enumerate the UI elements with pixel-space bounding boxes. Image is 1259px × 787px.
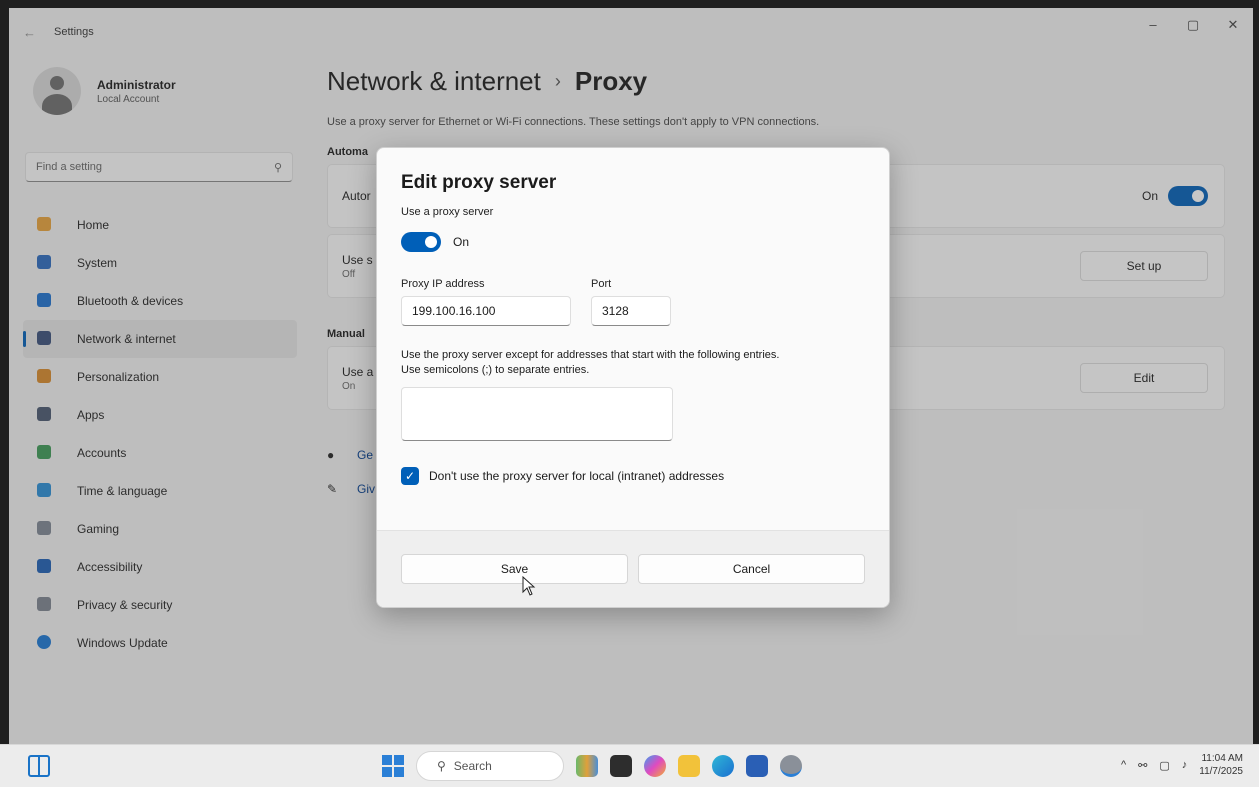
edge-icon[interactable] bbox=[712, 755, 734, 777]
clock-date: 11/7/2025 bbox=[1199, 766, 1243, 777]
checkmark-icon: ✓ bbox=[404, 469, 416, 483]
taskbar-apps: ⚲ Search bbox=[382, 751, 802, 781]
use-proxy-state: On bbox=[453, 235, 470, 249]
proxy-ip-input[interactable]: 199.100.16.100 bbox=[401, 296, 571, 326]
task-view-icon[interactable] bbox=[576, 755, 598, 777]
store-icon[interactable] bbox=[746, 755, 768, 777]
search-icon: ⚲ bbox=[437, 759, 446, 773]
use-proxy-toggle[interactable] bbox=[401, 232, 441, 252]
settings-app-icon[interactable] bbox=[780, 755, 802, 777]
dialog-footer: Save Cancel bbox=[377, 530, 889, 607]
copilot-icon[interactable] bbox=[644, 755, 666, 777]
save-button[interactable]: Save bbox=[401, 554, 628, 584]
network-icon[interactable]: ⚯ bbox=[1138, 759, 1147, 772]
local-bypass-checkbox[interactable]: ✓ bbox=[401, 467, 419, 485]
port-label: Port bbox=[591, 278, 612, 290]
display-icon[interactable]: ▢ bbox=[1159, 759, 1169, 772]
file-explorer-icon[interactable] bbox=[678, 755, 700, 777]
taskbar-search[interactable]: ⚲ Search bbox=[416, 751, 564, 781]
taskbar-search-label: Search bbox=[453, 759, 492, 773]
port-input[interactable]: 3128 bbox=[591, 296, 671, 326]
tray-chevron-icon[interactable]: ^ bbox=[1121, 759, 1126, 771]
mouse-cursor-icon bbox=[522, 576, 536, 596]
cancel-button[interactable]: Cancel bbox=[638, 554, 865, 584]
edit-proxy-dialog: Edit proxy server Use a proxy server On … bbox=[376, 147, 890, 608]
local-bypass-row: ✓ Don't use the proxy server for local (… bbox=[401, 467, 865, 485]
volume-icon[interactable]: ♪ bbox=[1182, 759, 1188, 771]
use-proxy-label: Use a proxy server bbox=[401, 206, 494, 218]
exceptions-textarea[interactable] bbox=[401, 387, 673, 441]
system-tray: ^ ⚯ ▢ ♪ 11:04 AM 11/7/2025 bbox=[1121, 752, 1243, 778]
exceptions-description: Use the proxy server except for addresse… bbox=[401, 349, 780, 376]
widgets-icon[interactable] bbox=[28, 755, 50, 777]
local-bypass-label: Don't use the proxy server for local (in… bbox=[429, 469, 725, 483]
dialog-title: Edit proxy server bbox=[401, 172, 557, 193]
clock[interactable]: 11:04 AM 11/7/2025 bbox=[1199, 752, 1243, 778]
taskbar: ⚲ Search ^ ⚯ ▢ ♪ 11:04 AM 11/7/2025 bbox=[0, 744, 1259, 787]
terminal-icon[interactable] bbox=[610, 755, 632, 777]
proxy-ip-label: Proxy IP address bbox=[401, 278, 485, 290]
clock-time: 11:04 AM bbox=[1201, 753, 1243, 764]
start-button[interactable] bbox=[382, 755, 404, 777]
